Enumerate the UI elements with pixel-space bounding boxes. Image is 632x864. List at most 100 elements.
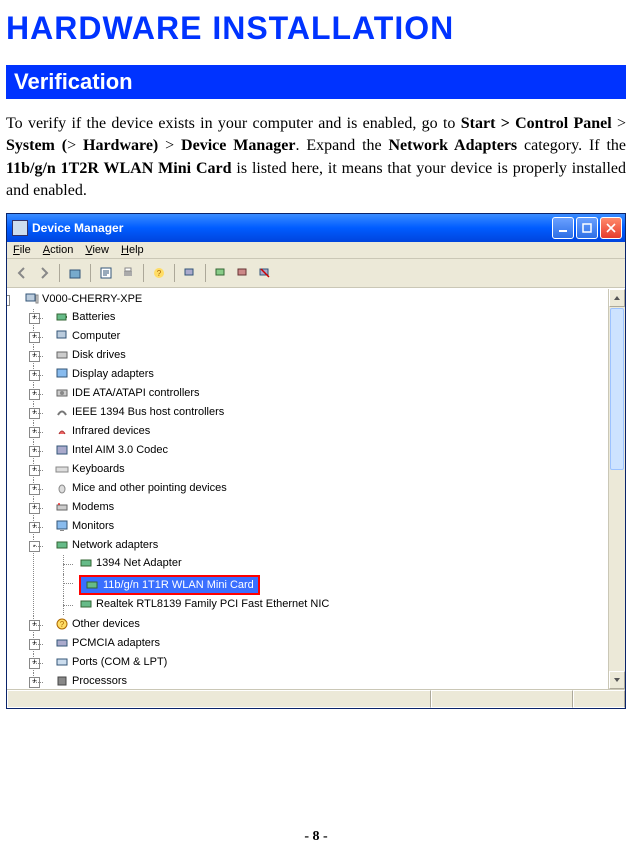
expand-icon[interactable]: +	[29, 522, 40, 533]
tree-node[interactable]: +Infrared devices	[41, 423, 608, 442]
tree-node[interactable]: +Mice and other pointing devices	[41, 480, 608, 499]
tree-node[interactable]: +Computer	[41, 328, 608, 347]
properties-button[interactable]	[97, 264, 115, 282]
tree-node[interactable]: 1394 Net Adapter	[71, 555, 608, 574]
disk-icon	[55, 348, 69, 362]
path-hw: Hardware)	[83, 137, 158, 154]
enable-button[interactable]	[212, 264, 230, 282]
scroll-down-button[interactable]	[609, 671, 625, 689]
expand-icon[interactable]: +	[29, 370, 40, 381]
path-cp: Control Panel	[515, 115, 612, 132]
path-dm: Device Manager	[181, 137, 295, 154]
separator	[174, 264, 175, 282]
expand-icon[interactable]: +	[29, 408, 40, 419]
ide-icon	[55, 386, 69, 400]
tree-node[interactable]: +IDE ATA/ATAPI controllers	[41, 385, 608, 404]
modem-icon	[55, 500, 69, 514]
nic-icon	[79, 597, 93, 611]
status-cell	[431, 690, 574, 708]
tree-node[interactable]: Realtek RTL8139 Family PCI Fast Ethernet…	[71, 596, 608, 615]
sep: >	[67, 137, 83, 154]
device-manager-window: Device Manager File Action View Help	[6, 213, 626, 709]
firewire-icon	[55, 405, 69, 419]
tree-node-highlighted[interactable]: 11b/g/n 1T1R WLAN Mini Card	[71, 574, 608, 596]
path-start: Start >	[461, 115, 510, 132]
pcmcia-icon	[55, 636, 69, 650]
tree-node[interactable]: +Modems	[41, 499, 608, 518]
scrollbar[interactable]	[608, 289, 625, 689]
expand-icon[interactable]: +	[29, 389, 40, 400]
tree-node[interactable]: +Keyboards	[41, 461, 608, 480]
app-icon	[12, 220, 28, 236]
tree-node[interactable]: +IEEE 1394 Bus host controllers	[41, 404, 608, 423]
separator	[205, 264, 206, 282]
tree-node[interactable]: +Intel AIM 3.0 Codec	[41, 442, 608, 461]
tree-node[interactable]: +PCMCIA adapters	[41, 635, 608, 654]
computer-icon	[55, 329, 69, 343]
tree-node[interactable]: +Disk drives	[41, 347, 608, 366]
expand-icon[interactable]: +	[29, 658, 40, 669]
expand-icon[interactable]: +	[29, 465, 40, 476]
menu-file[interactable]: File	[13, 244, 31, 256]
disable-button[interactable]	[234, 264, 252, 282]
codec-icon	[55, 443, 69, 457]
collapse-icon[interactable]: -	[29, 541, 40, 552]
separator	[90, 264, 91, 282]
tree-root[interactable]: - V000-CHERRY-XPE +Batteries +Computer +…	[11, 291, 608, 689]
expand-icon[interactable]: +	[29, 677, 40, 688]
status-cell	[573, 690, 625, 708]
expand-icon[interactable]: +	[29, 427, 40, 438]
tree-node[interactable]: +Display adapters	[41, 366, 608, 385]
display-icon	[55, 367, 69, 381]
separator	[143, 264, 144, 282]
scroll-track[interactable]	[609, 471, 625, 671]
menu-help[interactable]: Help	[121, 244, 144, 256]
body-text: . Expand the	[295, 137, 388, 154]
tree-node[interactable]: +Monitors	[41, 518, 608, 537]
body-text: category. If the	[517, 137, 626, 154]
tree-node[interactable]: +?Other devices	[41, 616, 608, 635]
tree-node[interactable]: +Processors	[41, 673, 608, 689]
help-button[interactable]: ?	[150, 264, 168, 282]
path-na: Network Adapters	[389, 137, 518, 154]
tree-node[interactable]: +Ports (COM & LPT)	[41, 654, 608, 673]
uninstall-button[interactable]	[256, 264, 274, 282]
network-icon	[55, 538, 69, 552]
expand-icon[interactable]: +	[29, 484, 40, 495]
expand-icon[interactable]: +	[29, 446, 40, 457]
expand-icon[interactable]: +	[29, 503, 40, 514]
menu-view[interactable]: View	[85, 244, 109, 256]
menu-action[interactable]: Action	[43, 244, 74, 256]
sep: >	[617, 115, 626, 132]
expand-icon[interactable]: +	[29, 351, 40, 362]
highlighted-label: 11b/g/n 1T1R WLAN Mini Card	[103, 579, 254, 591]
device-tree[interactable]: - V000-CHERRY-XPE +Batteries +Computer +…	[7, 289, 608, 689]
scan-button[interactable]	[181, 264, 199, 282]
battery-icon	[55, 310, 69, 324]
expand-icon[interactable]: +	[29, 639, 40, 650]
close-button[interactable]	[600, 217, 622, 239]
tree-node-network[interactable]: - Network adapters 1394 Net Adapter	[41, 537, 608, 616]
print-button[interactable]	[119, 264, 137, 282]
expand-icon[interactable]: +	[29, 332, 40, 343]
forward-button[interactable]	[35, 264, 53, 282]
minimize-button[interactable]	[552, 217, 574, 239]
status-bar	[7, 689, 625, 708]
up-button[interactable]	[66, 264, 84, 282]
titlebar[interactable]: Device Manager	[7, 214, 625, 242]
card-name: 11b/g/n 1T2R WLAN Mini Card	[6, 160, 232, 177]
path-system: System (	[6, 137, 67, 154]
menu-bar[interactable]: File Action View Help	[7, 242, 625, 259]
expand-icon[interactable]: +	[29, 313, 40, 324]
scroll-thumb[interactable]	[610, 308, 624, 470]
maximize-button[interactable]	[576, 217, 598, 239]
collapse-icon[interactable]: -	[7, 295, 10, 306]
expand-icon[interactable]: +	[29, 620, 40, 631]
back-button[interactable]	[13, 264, 31, 282]
tree-node[interactable]: +Batteries	[41, 309, 608, 328]
keyboard-icon	[55, 462, 69, 476]
status-cell	[7, 690, 431, 708]
scroll-up-button[interactable]	[609, 289, 625, 307]
section-header: Verification	[6, 65, 626, 99]
toolbar: ?	[7, 259, 625, 288]
